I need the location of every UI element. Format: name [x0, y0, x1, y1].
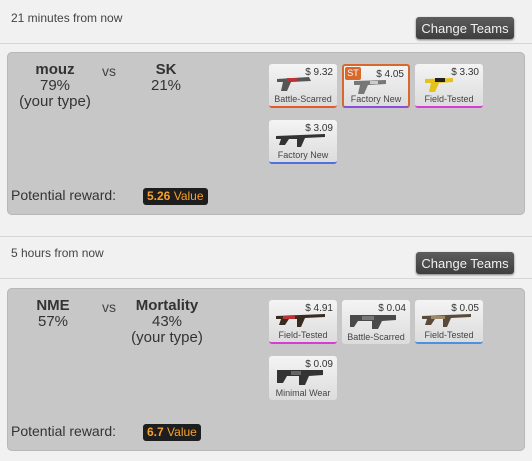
item-price: $ 0.05: [451, 303, 479, 314]
item-condition: Battle-Scarred: [274, 94, 332, 104]
vs-label: vs: [102, 63, 116, 79]
reward-label: Potential reward:: [11, 187, 117, 203]
team-one[interactable]: NME 57%: [23, 298, 83, 330]
skin-item[interactable]: $ 0.04 Battle-Scarred: [342, 300, 410, 344]
item-condition: Field-Tested: [278, 330, 328, 340]
divider: [0, 43, 532, 44]
item-condition: Minimal Wear: [275, 388, 331, 398]
skin-item[interactable]: $ 4.91 Field-Tested: [269, 300, 337, 344]
item-condition: Field-Tested: [424, 94, 474, 104]
team-percentage: 21%: [150, 77, 182, 94]
your-type-label: (your type): [19, 93, 91, 110]
skin-item[interactable]: $ 9.32 Battle-Scarred: [269, 64, 337, 108]
your-type-label: (your type): [131, 329, 203, 346]
item-price: $ 0.09: [305, 359, 333, 370]
team-percentage: 79%: [39, 77, 71, 94]
skin-item[interactable]: $ 3.30 Field-Tested: [415, 64, 483, 108]
match-time: 21 minutes from now: [11, 11, 123, 25]
item-condition: Field-Tested: [424, 330, 474, 340]
team-percentage: 57%: [37, 313, 69, 330]
match-section: 21 minutes from now Change Teams mouz 79…: [0, 0, 532, 230]
item-condition: Factory New: [277, 150, 329, 160]
change-teams-button[interactable]: Change Teams: [416, 252, 514, 274]
item-price: $ 3.30: [451, 67, 479, 78]
team-one[interactable]: mouz 79% (your type): [10, 62, 100, 110]
item-price: $ 0.04: [378, 303, 406, 314]
reward-label: Potential reward:: [11, 423, 117, 439]
vs-label: vs: [102, 299, 116, 315]
item-price: $ 9.32: [305, 67, 333, 78]
reward-unit: Value: [167, 425, 197, 439]
reward-badge: 5.26 Value: [143, 188, 208, 205]
skin-item[interactable]: ST $ 4.05 Factory New: [342, 64, 410, 108]
item-condition: Battle-Scarred: [347, 332, 405, 342]
reward-value: 6.7: [147, 425, 164, 439]
match-card: NME 57% vs Mortality 43% (your type) $ 4…: [7, 288, 525, 451]
item-price: $ 4.05: [376, 69, 404, 80]
reward-value: 5.26: [147, 189, 171, 203]
skin-item[interactable]: $ 0.05 Field-Tested: [415, 300, 483, 344]
team-percentage: 43%: [151, 313, 183, 330]
team-two[interactable]: SK 21%: [141, 62, 191, 94]
match-card: mouz 79% (your type) vs SK 21% $ 9.32 Ba…: [7, 52, 525, 215]
change-teams-button[interactable]: Change Teams: [416, 17, 514, 39]
team-name: SK: [155, 61, 177, 78]
team-name: mouz: [35, 61, 75, 78]
team-two[interactable]: Mortality 43% (your type): [125, 298, 209, 346]
team-name: Mortality: [135, 297, 199, 314]
team-name: NME: [36, 297, 70, 314]
item-condition: Factory New: [350, 94, 402, 104]
reward-badge: 6.7 Value: [143, 424, 201, 441]
skin-item[interactable]: $ 0.09 Minimal Wear: [269, 356, 337, 400]
match-section: 5 hours from now Change Teams NME 57% vs…: [0, 236, 532, 461]
divider: [0, 236, 532, 237]
item-price: $ 4.91: [305, 303, 333, 314]
match-time: 5 hours from now: [11, 246, 104, 260]
divider: [0, 278, 532, 279]
skin-item[interactable]: $ 3.09 Factory New: [269, 120, 337, 164]
item-price: $ 3.09: [305, 123, 333, 134]
reward-unit: Value: [173, 189, 204, 203]
